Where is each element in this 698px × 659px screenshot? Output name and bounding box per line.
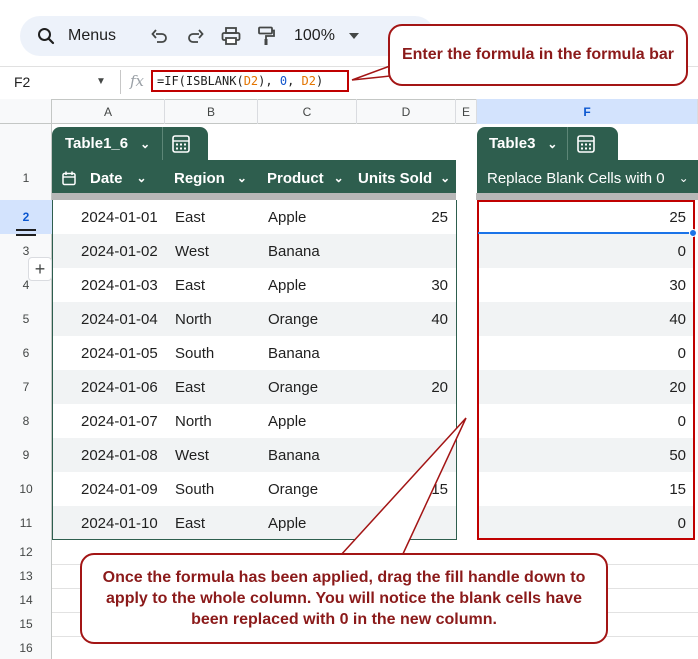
callout-drag-fill-handle: Once the formula has been applied, drag … <box>80 553 608 644</box>
top-callout-pointer <box>351 64 391 81</box>
callout-enter-formula: Enter the formula in the formula bar <box>388 24 688 86</box>
bottom-callout-pointer <box>339 417 467 557</box>
